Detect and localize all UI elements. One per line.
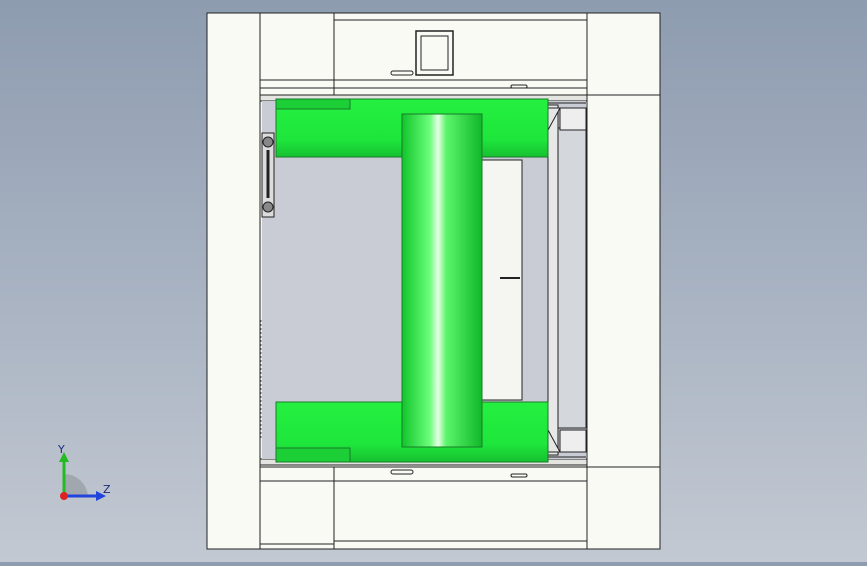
limit-sensor <box>261 132 275 218</box>
cad-viewport[interactable] <box>0 0 867 562</box>
left-column <box>206 12 261 550</box>
top-window <box>415 30 454 76</box>
y-axis-label: Y <box>57 443 65 456</box>
triad-plane <box>64 473 88 496</box>
top-platen <box>259 12 588 102</box>
z-axis-label: Z <box>103 483 111 496</box>
right-column <box>586 12 661 550</box>
main-cylinder <box>401 113 483 448</box>
bottom-platen <box>259 458 588 550</box>
coordinate-triad: Y Z <box>48 440 118 510</box>
inner-plate <box>481 159 523 401</box>
assembly-drawing[interactable] <box>0 0 867 562</box>
x-axis-dot <box>60 492 68 500</box>
